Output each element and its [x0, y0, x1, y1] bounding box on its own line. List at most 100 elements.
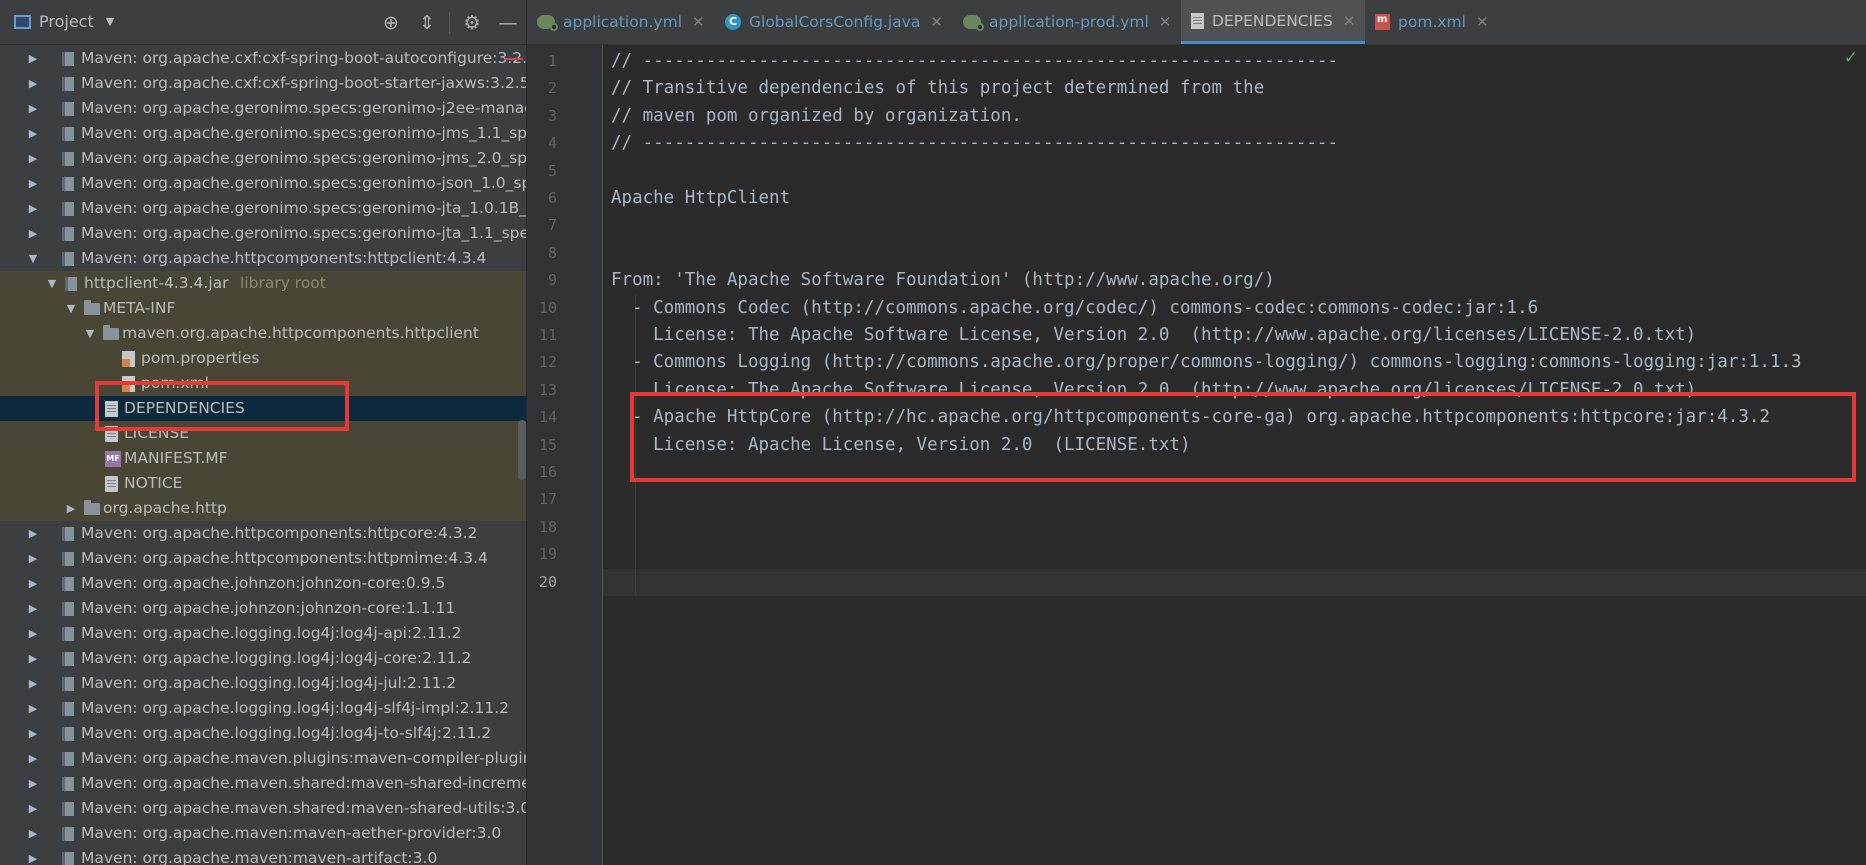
- gear-icon[interactable]: ⚙: [454, 10, 490, 36]
- tree-row[interactable]: ▶ Maven: org.apache.geronimo.specs:geroni…: [0, 196, 526, 221]
- tree-row[interactable]: ▶ Maven: org.apache.logging.log4j:log4j-s…: [0, 696, 526, 721]
- collapsed-arrow-icon[interactable]: ▶: [26, 746, 40, 771]
- collapsed-arrow-icon[interactable]: ▶: [26, 646, 40, 671]
- collapsed-arrow-icon[interactable]: ▶: [26, 221, 40, 246]
- collapsed-arrow-icon[interactable]: ▶: [26, 196, 40, 221]
- expanded-arrow-icon[interactable]: ▼: [83, 321, 97, 346]
- collapsed-arrow-icon[interactable]: ▶: [26, 671, 40, 696]
- tab-globalcorsconfig-java[interactable]: C GlobalCorsConfig.java ✕: [715, 0, 953, 44]
- tab-application-prod-yml[interactable]: application-prod.yml ✕: [953, 0, 1181, 44]
- tree-row[interactable]: ▶ Maven: org.apache.geronimo.specs:geroni…: [0, 121, 526, 146]
- collapsed-arrow-icon[interactable]: ▶: [26, 721, 40, 746]
- project-view-selector[interactable]: Project ▼: [14, 12, 114, 31]
- tab-label: GlobalCorsConfig.java: [749, 13, 921, 31]
- tree-row[interactable]: ▼ maven.org.apache.httpcomponents.httpcli…: [0, 321, 526, 346]
- collapsed-arrow-icon[interactable]: ▶: [26, 696, 40, 721]
- line-number: 4: [547, 134, 557, 153]
- tree-row[interactable]: ▶ Maven: org.apache.maven.shared:maven-sh…: [0, 796, 526, 821]
- close-icon[interactable]: ✕: [692, 13, 705, 31]
- tree-row[interactable]: ▼ Maven: org.apache.httpcomponents:httpcl…: [0, 246, 526, 271]
- tree-row[interactable]: ▶ org.apache.http: [0, 496, 526, 521]
- collapsed-arrow-icon[interactable]: ▶: [26, 571, 40, 596]
- code-line[interactable]: // maven pom organized by organization.: [611, 103, 1022, 130]
- tab-application-yml[interactable]: application.yml ✕: [527, 0, 715, 44]
- collapsed-arrow-icon[interactable]: ▶: [26, 821, 40, 846]
- inspection-ok-icon[interactable]: ✓: [1844, 48, 1858, 68]
- code-line[interactable]: From: 'The Apache Software Foundation' (…: [611, 267, 1275, 294]
- collapsed-arrow-icon[interactable]: ▶: [64, 496, 78, 521]
- tree-row[interactable]: ▼ httpclient-4.3.4.jar library root: [0, 271, 526, 296]
- expanded-arrow-icon[interactable]: ▼: [45, 271, 59, 296]
- tree-row[interactable]: ▶ Maven: org.apache.geronimo.specs:geroni…: [0, 146, 526, 171]
- minimize-icon[interactable]: —: [490, 10, 526, 36]
- collapsed-arrow-icon[interactable]: ▶: [26, 546, 40, 571]
- tree-row[interactable]: ▶ Maven: org.apache.johnzon:johnzon-core:…: [0, 596, 526, 621]
- tree-row[interactable]: ▶ Maven: org.apache.logging.log4j:log4j-a…: [0, 621, 526, 646]
- collapsed-arrow-icon[interactable]: ▶: [26, 521, 40, 546]
- tree-row[interactable]: ▶ Maven: org.apache.cxf:cxf-spring-boot-a…: [0, 46, 526, 71]
- collapsed-arrow-icon[interactable]: ▶: [26, 71, 40, 96]
- tree-row[interactable]: ▶ Maven: org.apache.logging.log4j:log4j-j…: [0, 671, 526, 696]
- line-number: 8: [547, 243, 557, 262]
- tree-row[interactable]: ▶ Maven: org.apache.geronimo.specs:geroni…: [0, 221, 526, 246]
- tree-row[interactable]: NOTICE: [0, 471, 526, 496]
- tab-dependencies[interactable]: DEPENDENCIES ✕: [1181, 0, 1366, 44]
- tree-row[interactable]: ▶ Maven: org.apache.geronimo.specs:geroni…: [0, 96, 526, 121]
- tree-row[interactable]: ▶ Maven: org.apache.cxf:cxf-spring-boot-s…: [0, 71, 526, 96]
- tree-row[interactable]: ▶ Maven: org.apache.johnzon:johnzon-core:…: [0, 571, 526, 596]
- line-number: 2: [547, 79, 557, 98]
- code-line[interactable]: // -------------------------------------…: [611, 48, 1338, 75]
- collapsed-arrow-icon[interactable]: ▶: [26, 171, 40, 196]
- close-icon[interactable]: ✕: [1476, 13, 1489, 31]
- tree-row[interactable]: ▶ Maven: org.apache.logging.log4j:log4j-t…: [0, 721, 526, 746]
- code-line[interactable]: - Commons Codec (http://commons.apache.o…: [611, 295, 1538, 322]
- tree-row[interactable]: ▶ Maven: org.apache.httpcomponents:httpmi…: [0, 546, 526, 571]
- collapsed-arrow-icon[interactable]: ▶: [26, 46, 40, 71]
- library-jar-icon: [62, 77, 74, 91]
- tree-row[interactable]: ▶ Maven: org.apache.maven.shared:maven-sh…: [0, 771, 526, 796]
- collapsed-arrow-icon[interactable]: ▶: [26, 96, 40, 121]
- line-number: 9: [547, 271, 557, 290]
- tree-row[interactable]: ▶ Maven: org.apache.maven:maven-artifact:…: [0, 846, 526, 865]
- tree-row[interactable]: MF MANIFEST.MF: [0, 446, 526, 471]
- tree-row[interactable]: ▶ Maven: org.apache.logging.log4j:log4j-c…: [0, 646, 526, 671]
- java-class-icon: C: [725, 14, 741, 30]
- tab-pom-xml[interactable]: pom.xml ✕: [1365, 0, 1499, 44]
- crosshair-icon[interactable]: ⊕: [373, 10, 409, 36]
- code-line[interactable]: Apache HttpClient: [611, 185, 790, 212]
- library-jar-icon: [62, 527, 74, 541]
- folder-icon: [103, 325, 119, 340]
- collapsed-arrow-icon[interactable]: ▶: [26, 771, 40, 796]
- project-tree[interactable]: ▶ Maven: org.apache.cxf:cxf-spring-boot-a…: [0, 44, 526, 865]
- collapsed-arrow-icon[interactable]: ▶: [26, 146, 40, 171]
- tree-row[interactable]: ▶ Maven: org.apache.maven.plugins:maven-c…: [0, 746, 526, 771]
- expanded-arrow-icon[interactable]: ▼: [64, 296, 78, 321]
- collapsed-arrow-icon[interactable]: ▶: [26, 596, 40, 621]
- close-icon[interactable]: ✕: [1159, 13, 1172, 31]
- code-line[interactable]: - Commons Logging (http://commons.apache…: [611, 349, 1802, 376]
- expanded-arrow-icon[interactable]: ▼: [26, 246, 40, 271]
- collapsed-arrow-icon[interactable]: ▶: [26, 846, 40, 865]
- tree-row[interactable]: ▶ Maven: org.apache.httpcomponents:httpco…: [0, 521, 526, 546]
- tree-row-label: Maven: org.apache.logging.log4j:log4j-ju…: [81, 674, 457, 692]
- collapsed-arrow-icon[interactable]: ▶: [26, 121, 40, 146]
- library-jar-icon: [62, 227, 74, 241]
- collapsed-arrow-icon[interactable]: ▶: [26, 621, 40, 646]
- tree-row-label: NOTICE: [124, 474, 183, 492]
- code-line[interactable]: // Transitive dependencies of this proje…: [611, 75, 1264, 102]
- close-icon[interactable]: ✕: [930, 13, 943, 31]
- folder-icon: [84, 300, 100, 315]
- tree-row[interactable]: ▼ META-INF: [0, 296, 526, 321]
- tree-row[interactable]: pom.properties: [0, 346, 526, 371]
- tree-row-label: Maven: org.apache.cxf:cxf-spring-boot-au…: [81, 49, 526, 67]
- line-number: 3: [547, 106, 557, 125]
- tree-row[interactable]: ▶ Maven: org.apache.maven:maven-aether-pr…: [0, 821, 526, 846]
- collapsed-arrow-icon[interactable]: ▶: [26, 796, 40, 821]
- collapse-icon[interactable]: ⇕: [409, 10, 445, 36]
- tree-row[interactable]: ▶ Maven: org.apache.geronimo.specs:geroni…: [0, 171, 526, 196]
- line-number-gutter[interactable]: 1 2 3 4 5 6 7 8 9 10 11 12 13 14 15 16 17 18 19 20: [527, 45, 603, 865]
- code-line[interactable]: License: The Apache Software License, Ve…: [611, 322, 1696, 349]
- code-line[interactable]: // -------------------------------------…: [611, 130, 1338, 157]
- tree-scrollbar-thumb[interactable]: [518, 420, 526, 480]
- close-icon[interactable]: ✕: [1343, 12, 1356, 30]
